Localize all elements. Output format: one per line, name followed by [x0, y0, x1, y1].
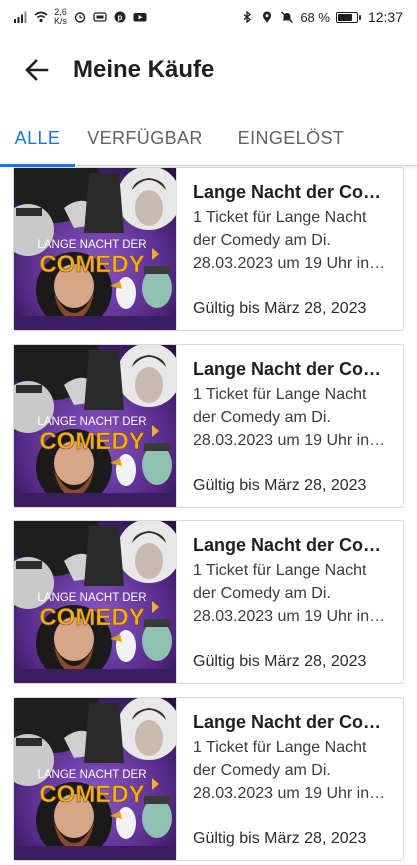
- app-bar: Meine Käufe: [0, 34, 417, 106]
- comedy-poster-image: LANGE NACHT DER COMEDY: [14, 168, 176, 330]
- event-thumbnail: LANGE NACHT DER COMEDY: [14, 168, 177, 330]
- youtube-icon: [133, 13, 147, 22]
- purchase-title: Lange Nacht der Comedy: [193, 535, 387, 555]
- purchase-valid-until: Gültig bis März 28, 2023: [193, 830, 367, 847]
- pinterest-icon: p: [114, 11, 126, 23]
- poster-text-line-2: COMEDY: [39, 604, 144, 631]
- event-thumbnail: LANGE NACHT DER COMEDY: [14, 521, 177, 683]
- purchase-description: 1 Ticket für Lange Nacht der Comedy am D…: [193, 386, 370, 449]
- comedy-poster-image: LANGE NACHT DER COMEDY: [14, 698, 176, 860]
- purchase-card[interactable]: LANGE NACHT DER COMEDY Lange Nacht der C…: [13, 344, 404, 508]
- purchase-card[interactable]: LANGE NACHT DER COMEDY Lange Nacht der C…: [13, 697, 404, 861]
- poster-text-line-1: LANGE NACHT DER: [37, 592, 146, 604]
- comedy-poster-image: LANGE NACHT DER COMEDY: [14, 521, 176, 683]
- purchase-description: 1 Ticket für Lange Nacht der Comedy am D…: [193, 562, 370, 625]
- purchase-valid-until: Gültig bis März 28, 2023: [193, 653, 367, 670]
- bluetooth-icon: [243, 11, 252, 23]
- signal-icon: [14, 11, 27, 23]
- network-speed: 2,6 K/s: [54, 8, 67, 26]
- poster-text-line-1: LANGE NACHT DER: [37, 416, 146, 428]
- purchase-card-body: Lange Nacht der Comedy 1 Ticket für Lang…: [177, 168, 403, 330]
- comedy-poster-image: LANGE NACHT DER COMEDY: [14, 345, 176, 507]
- purchase-card[interactable]: LANGE NACHT DER COMEDY Lange Nacht der C…: [13, 167, 404, 331]
- purchase-title: Lange Nacht der Comedy: [193, 359, 387, 379]
- event-thumbnail: LANGE NACHT DER COMEDY: [14, 345, 177, 507]
- poster-text-line-2: COMEDY: [39, 428, 144, 455]
- wifi-icon: [34, 11, 48, 23]
- battery-fill: [337, 13, 352, 21]
- purchase-card-body: Lange Nacht der Comedy 1 Ticket für Lang…: [177, 698, 403, 860]
- svg-text:p: p: [118, 13, 123, 22]
- poster-text-line-1: LANGE NACHT DER: [37, 769, 146, 781]
- tab-eingeloest[interactable]: EINGELÖST: [215, 110, 367, 166]
- purchase-description: 1 Ticket für Lange Nacht der Comedy am D…: [193, 209, 370, 272]
- status-bar-left: 2,6 K/s p: [14, 8, 147, 26]
- app-icon: [93, 12, 107, 22]
- location-icon: [263, 11, 272, 23]
- back-button[interactable]: [13, 46, 61, 94]
- poster-text-line-2: COMEDY: [39, 781, 144, 808]
- mute-icon: [281, 11, 294, 23]
- network-speed-unit: K/s: [54, 16, 68, 26]
- purchase-title: Lange Nacht der Comedy: [193, 182, 387, 202]
- clock: 12:37: [367, 9, 403, 25]
- tab-bar: ALLE VERFÜGBAR EINGELÖST: [0, 110, 417, 167]
- alarm-icon: [74, 12, 86, 23]
- page-title: Meine Käufe: [73, 56, 215, 83]
- purchase-valid-until: Gültig bis März 28, 2023: [193, 300, 367, 317]
- purchase-card[interactable]: LANGE NACHT DER COMEDY Lange Nacht der C…: [13, 520, 404, 684]
- poster-text-line-2: COMEDY: [39, 251, 144, 278]
- purchase-card-body: Lange Nacht der Comedy 1 Ticket für Lang…: [177, 521, 403, 683]
- battery-percent: 68 %: [300, 9, 330, 25]
- arrow-left-icon: [25, 59, 49, 81]
- poster-text-line-1: LANGE NACHT DER: [37, 239, 146, 251]
- event-thumbnail: LANGE NACHT DER COMEDY: [14, 698, 177, 860]
- purchase-list: LANGE NACHT DER COMEDY Lange Nacht der C…: [0, 167, 417, 865]
- purchase-card-body: Lange Nacht der Comedy 1 Ticket für Lang…: [177, 345, 403, 507]
- purchase-title: Lange Nacht der Comedy: [193, 712, 387, 732]
- purchase-description: 1 Ticket für Lange Nacht der Comedy am D…: [193, 739, 370, 802]
- purchase-valid-until: Gültig bis März 28, 2023: [193, 477, 367, 494]
- battery-icon: [335, 11, 361, 23]
- status-bar-right: 68 % 12:37: [240, 9, 403, 25]
- tab-verfuegbar[interactable]: VERFÜGBAR: [75, 110, 215, 166]
- status-bar: 2,6 K/s p 68 % 12:37: [0, 0, 417, 34]
- tab-alle[interactable]: ALLE: [0, 110, 75, 167]
